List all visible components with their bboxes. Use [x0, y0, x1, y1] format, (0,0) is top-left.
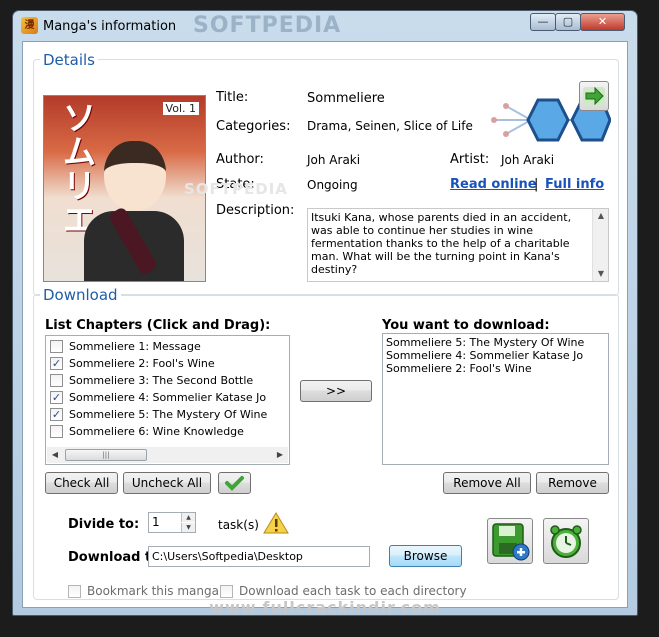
browse-button[interactable]: Browse — [389, 545, 462, 567]
scroll-right-arrow-icon[interactable]: ▶ — [272, 447, 288, 463]
chapter-label: Sommeliere 6: Wine Knowledge — [69, 425, 244, 438]
cover-figure-face — [104, 141, 166, 211]
cover-title: ソムリエ — [56, 100, 96, 236]
alarm-clock-icon — [550, 525, 582, 558]
remove-button[interactable]: Remove — [536, 472, 609, 494]
green-checkmark-icon — [225, 476, 244, 491]
download-group-title: Download — [40, 286, 121, 304]
download-path-field[interactable]: C:\Users\Softpedia\Desktop — [148, 546, 370, 567]
download-queue-item[interactable]: Sommeliere 4: Sommelier Katase Jo — [386, 349, 583, 362]
scroll-down-arrow-icon[interactable]: ▼ — [593, 267, 609, 281]
bookmark-checkbox-box[interactable] — [68, 584, 81, 598]
scrollbar-thumb[interactable]: ||| — [65, 449, 147, 461]
bottom-watermark: www.fullcrackindir.com — [209, 598, 441, 617]
chapter-list-item[interactable]: ✓ Sommeliere 2: Fool's Wine — [50, 355, 215, 372]
remove-all-button[interactable]: Remove All — [443, 472, 531, 494]
stepper-down-icon[interactable]: ▼ — [181, 523, 195, 532]
cover-volume: Vol. 1 — [162, 102, 199, 115]
description-label: Description: — [216, 203, 295, 218]
chapter-label: Sommeliere 4: Sommelier Katase Jo — [69, 391, 267, 404]
floppy-save-icon — [492, 523, 530, 561]
title-label: Title: — [216, 90, 249, 105]
chapter-label: Sommeliere 5: The Mystery Of Wine — [69, 408, 268, 421]
list-chapters-label: List Chapters (Click and Drag): — [45, 318, 271, 333]
chapter-checkbox[interactable]: ✓ — [50, 391, 63, 404]
check-all-button[interactable]: Check All — [45, 472, 118, 494]
each-directory-checkbox[interactable]: Download each task to each directory — [220, 584, 467, 598]
chapter-list-item[interactable]: Sommeliere 6: Wine Knowledge — [50, 423, 244, 440]
bookmark-label: Bookmark this manga — [87, 584, 219, 598]
chapter-checkbox[interactable]: ✓ — [50, 408, 63, 421]
divide-tasks-stepper[interactable]: 1 ▲ ▼ — [148, 512, 196, 533]
chapter-list-item[interactable]: Sommeliere 3: The Second Bottle — [50, 372, 253, 389]
chapter-list-item[interactable]: ✓ Sommeliere 5: The Mystery Of Wine — [50, 406, 267, 423]
title-value: Sommeliere — [307, 91, 385, 106]
softpedia-watermark: SOFTPEDIA — [184, 180, 288, 198]
download-queue-list[interactable]: Sommeliere 5: The Mystery Of Wine Sommeli… — [382, 333, 609, 465]
maximize-button[interactable]: ▢ — [555, 13, 581, 31]
close-button[interactable]: ✕ — [580, 13, 625, 31]
chapter-checkbox[interactable]: ✓ — [50, 357, 63, 370]
chapter-label: Sommeliere 3: The Second Bottle — [69, 374, 254, 387]
confirm-selection-button[interactable] — [218, 472, 251, 494]
move-to-download-button[interactable]: >> — [300, 380, 372, 402]
green-arrow-icon — [583, 86, 605, 106]
uncheck-all-button[interactable]: Uncheck All — [123, 472, 211, 494]
chapter-list-item[interactable]: Sommeliere 1: Message — [50, 338, 201, 355]
tasks-label: task(s) — [218, 518, 259, 532]
categories-label: Categories: — [216, 119, 291, 134]
description-box[interactable]: Itsuki Kana, whose parents died in an ac… — [307, 208, 609, 282]
warning-icon — [263, 512, 289, 534]
schedule-download-button[interactable] — [543, 518, 589, 564]
window-title: Manga's information — [43, 19, 177, 34]
manga-cover-image: ソムリエ Vol. 1 — [43, 95, 206, 282]
scroll-up-arrow-icon[interactable]: ▲ — [593, 209, 609, 223]
artist-label: Artist: — [450, 152, 490, 167]
client-area: Details ソムリエ Vol. 1 Title: Sommeliere Ca… — [22, 41, 628, 608]
chapter-label: Sommeliere 2: Fool's Wine — [69, 357, 215, 370]
chapter-list[interactable]: ◀ ||| ▶ Sommeliere 1: Message ✓ Sommeliere… — [45, 335, 290, 465]
read-online-link[interactable]: Read online — [450, 177, 537, 192]
watermark-top: SOFTPEDIA — [193, 13, 342, 38]
window: 漫 Manga's information — ▢ ✕ SOFTPEDIA De… — [12, 10, 638, 617]
chapter-list-hscrollbar[interactable]: ◀ ||| ▶ — [47, 447, 288, 463]
next-manga-button[interactable] — [579, 81, 609, 111]
description-text: Itsuki Kana, whose parents died in an ac… — [311, 211, 572, 276]
stepper-up-icon[interactable]: ▲ — [181, 513, 195, 522]
full-info-link[interactable]: Full info — [545, 177, 604, 192]
scroll-left-arrow-icon[interactable]: ◀ — [47, 447, 63, 463]
want-download-label: You want to download: — [382, 318, 550, 333]
details-group: Details ソムリエ Vol. 1 Title: Sommeliere Ca… — [33, 51, 619, 296]
bookmark-checkbox[interactable]: Bookmark this manga — [68, 584, 219, 598]
chapter-list-item[interactable]: ✓ Sommeliere 4: Sommelier Katase Jo — [50, 389, 266, 406]
each-directory-label: Download each task to each directory — [239, 584, 467, 598]
description-scrollbar[interactable]: ▲ ▼ — [592, 209, 608, 281]
download-queue-item[interactable]: Sommeliere 5: The Mystery Of Wine — [386, 336, 584, 349]
manga-app-icon: 漫 — [21, 17, 38, 34]
chapter-checkbox[interactable] — [50, 340, 63, 353]
chapter-checkbox[interactable] — [50, 425, 63, 438]
minimize-button[interactable]: — — [530, 13, 556, 31]
categories-value: Drama, Seinen, Slice of Life — [307, 119, 473, 133]
each-directory-checkbox-box[interactable] — [220, 584, 233, 598]
author-label: Author: — [216, 152, 264, 167]
chapter-label: Sommeliere 1: Message — [69, 340, 201, 353]
save-download-button[interactable] — [487, 518, 533, 564]
divide-tasks-value: 1 — [152, 515, 160, 529]
divide-to-label: Divide to: — [68, 517, 140, 532]
author-value: Joh Araki — [307, 153, 361, 167]
state-value: Ongoing — [307, 178, 358, 192]
details-group-title: Details — [40, 51, 99, 69]
download-queue-item[interactable]: Sommeliere 2: Fool's Wine — [386, 362, 532, 375]
chapter-checkbox[interactable] — [50, 374, 63, 387]
link-separator: | — [534, 177, 539, 192]
